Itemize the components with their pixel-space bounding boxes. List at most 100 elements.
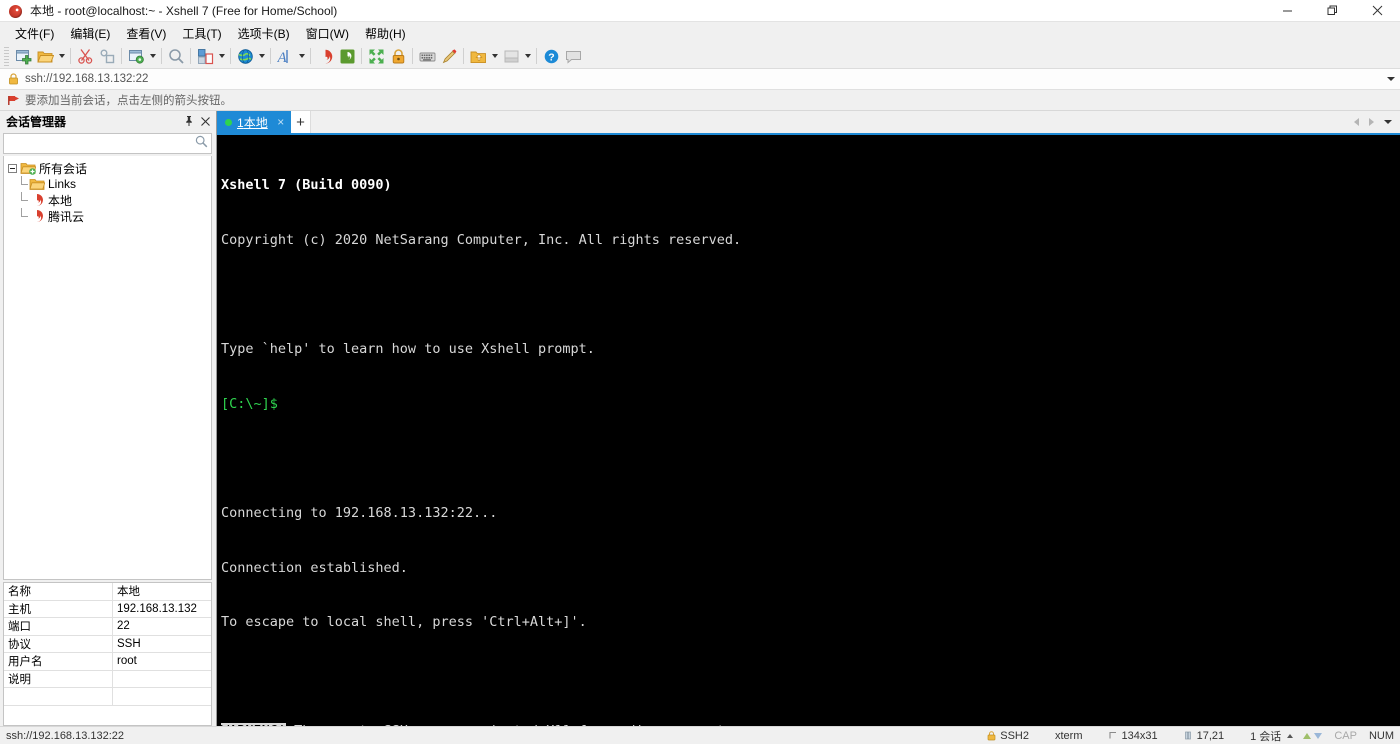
status-connection: ssh://192.168.13.132:22: [6, 729, 125, 742]
tree-item-label: 腾讯云: [48, 209, 85, 224]
window-title: 本地 - root@localhost:~ - Xshell 7 (Free f…: [30, 4, 338, 18]
table-row: 名称 本地: [4, 583, 211, 601]
menu-help[interactable]: 帮助(H): [357, 23, 414, 44]
session-properties-dropdown-icon[interactable]: [147, 45, 158, 67]
window-controls: [1265, 0, 1400, 22]
search-icon[interactable]: [195, 135, 208, 153]
tree-item-local[interactable]: 本地: [4, 192, 211, 208]
xftp-icon[interactable]: [336, 45, 358, 67]
xshell-window: 本地 - root@localhost:~ - Xshell 7 (Free f…: [0, 0, 1400, 744]
tree-branch-icon: [17, 176, 29, 192]
globe-icon[interactable]: [234, 45, 256, 67]
close-button[interactable]: [1355, 0, 1400, 22]
tab-local[interactable]: 1本地 ×: [217, 111, 291, 133]
minimize-button[interactable]: [1265, 0, 1310, 22]
resize-icon: [1108, 731, 1118, 740]
session-properties-icon[interactable]: [125, 45, 147, 67]
menu-file[interactable]: 文件(F): [7, 23, 62, 44]
terminal-line: Connection established.: [221, 559, 1400, 577]
globe-dropdown-icon[interactable]: [256, 45, 267, 67]
toolbar-separator: [463, 48, 464, 64]
app-icon: [8, 3, 24, 19]
transfer-icon[interactable]: [467, 45, 489, 67]
toolbar-grip[interactable]: [4, 46, 9, 66]
fullscreen-icon[interactable]: [365, 45, 387, 67]
toolbar-separator: [361, 48, 362, 64]
new-tab-button[interactable]: +: [291, 111, 311, 133]
table-row: 端口 22: [4, 618, 211, 636]
property-value: 本地: [117, 586, 140, 599]
tree-item-all-sessions[interactable]: 所有会话: [4, 160, 211, 176]
toolbar-separator: [310, 48, 311, 64]
terminal-text: To escape to local shell, press 'Ctrl+Al…: [221, 614, 587, 631]
tab-list-dropdown-icon[interactable]: [1380, 112, 1396, 132]
terminal-output[interactable]: Xshell 7 (Build 0090) Copyright (c) 2020…: [217, 133, 1400, 726]
paste-icon[interactable]: [96, 45, 118, 67]
menu-tools[interactable]: 工具(T): [174, 23, 229, 44]
cursor-position-icon: [1184, 731, 1193, 740]
compose-icon[interactable]: [500, 45, 522, 67]
tab-scroll-left-icon[interactable]: [1350, 112, 1363, 132]
feedback-icon[interactable]: [562, 45, 584, 67]
compose-dropdown-icon[interactable]: [522, 45, 533, 67]
open-session-icon[interactable]: [34, 45, 56, 67]
restore-button[interactable]: [1310, 0, 1355, 22]
terminal-line: Connecting to 192.168.13.132:22...: [221, 504, 1400, 522]
hint-text: 要添加当前会话，点击左侧的箭头按钮。: [25, 95, 232, 107]
tree-branch-icon: [17, 192, 29, 208]
status-sessions[interactable]: 1 会话: [1250, 728, 1281, 744]
close-icon[interactable]: [198, 113, 212, 129]
search-input[interactable]: [7, 137, 195, 150]
transfer-dropdown-icon[interactable]: [489, 45, 500, 67]
toolbar-separator: [230, 48, 231, 64]
svg-text:A: A: [277, 50, 288, 65]
address-dropdown-icon[interactable]: [1382, 77, 1400, 81]
status-size: 134x31: [1121, 729, 1158, 742]
keyboard-icon[interactable]: [416, 45, 438, 67]
help-icon[interactable]: ?: [540, 45, 562, 67]
transfer-indicator-icons: [1303, 732, 1323, 739]
menu-edit[interactable]: 编辑(E): [62, 23, 118, 44]
tab-bar: 1本地 × +: [217, 111, 1400, 133]
terminal-line: [C:\~]$: [221, 395, 1400, 413]
flag-icon: [4, 94, 22, 107]
tree-expander-icon[interactable]: [8, 163, 17, 173]
session-manager-panel: 会话管理器 所有会话 Links 本地 腾讯云 名称 本地 主机 192.168…: [0, 111, 217, 726]
toolbar-separator: [536, 48, 537, 64]
menu-view[interactable]: 查看(V): [118, 23, 174, 44]
status-bar: ssh://192.168.13.132:22 SSH2 xterm 134x3…: [0, 726, 1400, 744]
tree-item-label: 所有会话: [39, 161, 88, 176]
xshell-icon[interactable]: [314, 45, 336, 67]
font-dropdown-icon[interactable]: [296, 45, 307, 67]
new-session-icon[interactable]: [12, 45, 34, 67]
cut-icon[interactable]: [74, 45, 96, 67]
pin-icon[interactable]: [182, 113, 196, 129]
address-input[interactable]: ssh://192.168.13.132:22: [25, 73, 148, 85]
highlight-icon[interactable]: [438, 45, 460, 67]
session-search-box[interactable]: [3, 133, 212, 154]
terminal-line: Type `help' to learn how to use Xshell p…: [221, 340, 1400, 358]
lock-icon: [4, 73, 22, 85]
tab-index: 1: [237, 115, 244, 130]
tab-scroll-right-icon[interactable]: [1365, 112, 1378, 132]
menu-window[interactable]: 窗口(W): [298, 23, 357, 44]
download-arrow-icon: [1314, 732, 1323, 739]
address-bar[interactable]: ssh://192.168.13.132:22: [0, 69, 1400, 90]
layout-icon[interactable]: [194, 45, 216, 67]
find-icon[interactable]: [165, 45, 187, 67]
font-icon[interactable]: A: [274, 45, 296, 67]
open-session-dropdown-icon[interactable]: [56, 45, 67, 67]
property-key: 主机: [4, 600, 113, 617]
table-row: 协议 SSH: [4, 635, 211, 653]
menu-tabs[interactable]: 选项卡(B): [230, 23, 298, 44]
status-num-lock: NUM: [1368, 729, 1394, 742]
terminal-prompt: [C:\~]$: [221, 395, 278, 412]
layout-dropdown-icon[interactable]: [216, 45, 227, 67]
sessions-dropdown-icon[interactable]: [1287, 733, 1294, 738]
session-tree[interactable]: 所有会话 Links 本地 腾讯云: [3, 156, 212, 580]
tree-item-links[interactable]: Links: [4, 176, 211, 192]
lock-icon[interactable]: [387, 45, 409, 67]
tree-item-tencent-cloud[interactable]: 腾讯云: [4, 208, 211, 224]
tab-close-icon[interactable]: ×: [275, 115, 287, 129]
